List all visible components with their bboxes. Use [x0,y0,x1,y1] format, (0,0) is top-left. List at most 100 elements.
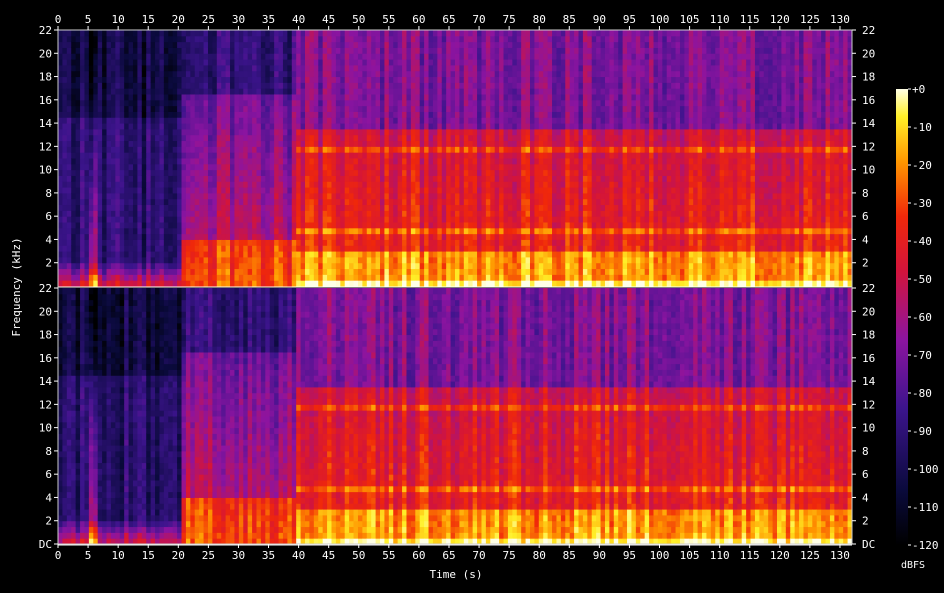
spectrogram-cell [115,140,121,147]
spectrogram-cell [331,88,337,95]
spectrogram-cell [291,192,297,200]
spectrogram-cell [269,169,275,176]
spectrogram-cell [256,146,262,153]
spectrogram-cell [212,35,218,43]
spectrogram-cell [335,99,341,107]
spectrogram-cell [402,64,407,72]
spectrogram-cell [349,140,355,147]
spectrogram-cell [252,262,257,270]
spectrogram-cell [481,268,487,275]
spectrogram-cell [406,181,412,188]
spectrogram-cell [199,280,205,287]
spectrogram-cell [384,76,390,83]
spectrogram-cell [185,88,191,95]
spectrogram-cell [300,140,306,147]
spectrogram-cell [216,152,222,159]
spectrogram-cell [507,222,513,229]
spectrogram-cell [66,233,72,240]
spectrogram-cell [344,187,350,194]
spectrogram-cell [88,268,94,275]
spectrogram-cell [463,134,469,142]
spectrogram-cell [75,187,81,194]
spectrogram-cell [318,134,324,142]
spectrogram-cell [221,245,227,252]
spectrogram-cell [71,233,77,240]
spectrogram-cell [335,47,341,54]
spectrogram-cell [93,222,99,229]
spectrogram-cell [437,262,443,270]
spectrogram-cell [238,134,244,142]
spectrogram-cell [371,245,377,252]
spectrogram-cell [62,41,68,48]
spectrogram-cell [115,30,121,37]
spectrogram-cell [481,123,487,130]
spectrogram-cell [110,53,116,60]
spectrogram-cell [212,76,218,83]
spectrogram-cell [291,198,297,206]
spectrogram-cell [124,35,130,43]
spectrogram-cell [357,64,363,72]
spectrogram-cell [362,123,368,130]
spectrogram-cell [459,35,465,43]
spectrogram-cell [318,59,324,66]
spectrogram-cell [529,105,535,112]
spectrogram-cell [547,128,553,136]
spectrogram-cell [305,152,310,159]
spectrogram-cell [459,268,465,275]
spectrogram-cell [190,35,196,43]
spectrogram-cell [516,53,522,60]
spectrogram-cell [309,111,315,118]
spectrogram-cell [424,158,430,165]
spectrogram-cell [388,274,394,281]
spectrogram-cell [102,169,108,176]
spectrogram-cell [102,163,108,171]
spectrogram-cell [552,76,557,83]
spectrogram-cell [190,88,196,95]
spectrogram-cell [80,111,85,118]
spectrogram-cell [97,53,103,60]
spectrogram-cell [366,123,372,130]
spectrogram-cell [340,158,346,165]
spectrogram-cell [366,82,372,89]
spectrogram-cell [507,274,513,281]
spectrogram-cell [296,233,302,240]
spectrogram-cell [494,256,500,264]
spectrogram-cell [194,111,200,118]
spectrogram-cell [238,227,244,235]
spectrogram-cell [291,204,297,211]
spectrogram-cell [499,181,505,188]
spectrogram-cell [84,227,90,235]
spectrogram-cell [252,152,257,159]
spectrogram-cell [58,35,63,43]
spectrogram-cell [168,222,174,229]
spectrogram-cell [340,222,346,229]
spectrogram-cell [371,222,377,229]
spectrogram-cell [349,59,355,66]
spectrogram-cell [507,88,513,95]
spectrogram-cell [552,262,557,270]
spectrogram-cell [437,35,443,43]
spectrogram-cell [207,210,213,217]
spectrogram-cell [93,30,99,37]
spectrogram-cell [432,99,438,107]
spectrogram-cell [472,245,478,252]
spectrogram-cell [450,64,456,72]
spectrogram-cell [380,140,385,147]
spectrogram-cell [62,59,68,66]
spectrogram-cell [371,239,377,246]
spectrogram-cell [525,204,531,211]
spectrogram-cell [163,233,169,240]
spectrogram-cell [163,245,169,252]
spectrogram-cell [203,88,209,95]
spectrogram-cell [190,105,196,112]
spectrogram-cell [243,163,249,171]
spectrogram-cell [80,117,85,124]
spectrogram-cell [481,152,487,159]
spectrogram-cell [410,280,416,287]
spectrogram-cell [459,280,465,287]
spectrogram-cell [234,88,240,95]
spectrogram-cell [88,262,94,270]
spectrogram-cell [58,134,63,142]
spectrogram-cell [252,123,257,130]
spectrogram-cell [199,181,205,188]
